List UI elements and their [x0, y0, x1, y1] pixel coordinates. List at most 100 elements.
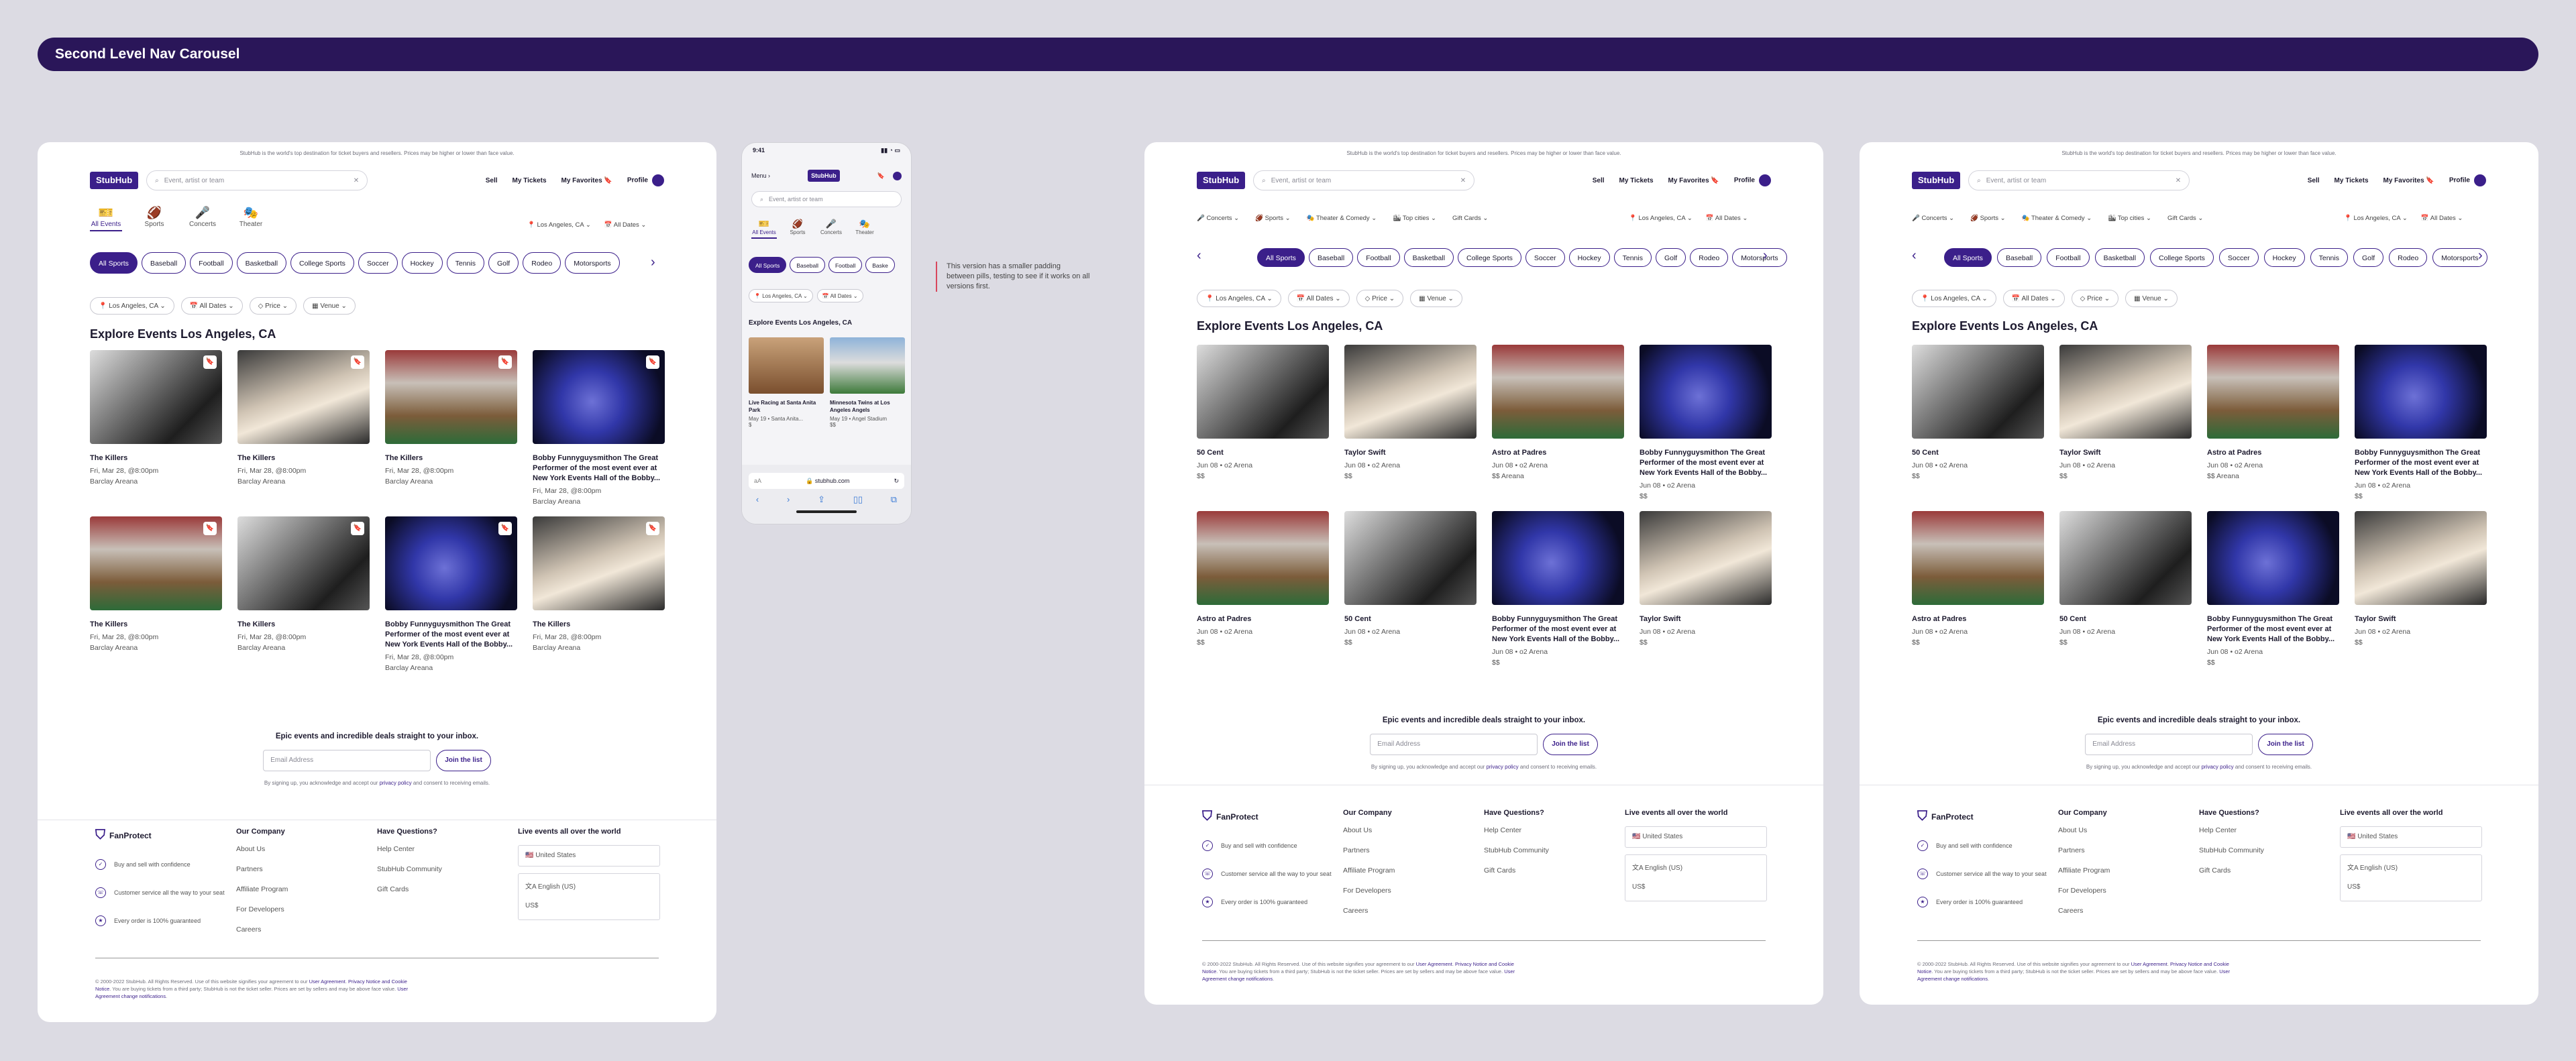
venue-filter[interactable]: ▦ Venue ⌄ [2125, 290, 2178, 307]
tab-theater[interactable]: 🎭 Theater [852, 219, 877, 239]
location-filter[interactable]: 📍 Los Angeles, CA ⌄ [1912, 290, 1996, 307]
stubhub-logo[interactable]: StubHub [808, 170, 840, 182]
event-card[interactable]: 🔖 The Killers Fri, Mar 28, @8:00pm Barclay … [237, 350, 370, 507]
sell-link[interactable]: Sell [1593, 177, 1605, 184]
my-favorites-link[interactable]: My Favorites 🔖 [2383, 177, 2434, 184]
footer-link[interactable]: Gift Cards [1484, 867, 1625, 875]
bookmark-icon[interactable]: 🔖 [351, 522, 364, 535]
search-input[interactable]: ⌕ Event, artist or team [751, 191, 902, 207]
bookmark-icon[interactable]: 🔖 [351, 355, 364, 369]
pill-motorsports[interactable]: Motorsports [1732, 248, 1787, 267]
menu-theater[interactable]: 🎭 Theater & Comedy ⌄ [2022, 215, 2092, 222]
event-card[interactable]: 🔖 The Killers Fri, Mar 28, @8:00pm Barclay … [533, 516, 665, 673]
location-filter[interactable]: 📍 Los Angeles, CA ⌄ [90, 297, 174, 315]
pill-football[interactable]: Football [2047, 248, 2090, 267]
event-card[interactable]: 🔖 The Killers Fri, Mar 28, @8:00pm Barclay … [237, 516, 370, 673]
avatar[interactable] [892, 171, 902, 180]
search-input[interactable]: ⌕ Event, artist or team ✕ [1968, 170, 2190, 190]
share-icon[interactable]: ⇪ [818, 494, 825, 505]
bookmark-icon[interactable]: 🔖 [203, 522, 217, 535]
tab-all-events[interactable]: 🎫 All Events [751, 219, 777, 239]
location-filter[interactable]: 📍 Los Angeles, CA ⌄ [749, 289, 813, 302]
join-button[interactable]: Join the list [436, 750, 491, 771]
location-filter[interactable]: 📍 Los Angeles, CA ⌄ [1197, 290, 1281, 307]
pill-tennis[interactable]: Tennis [1613, 248, 1652, 267]
pill-rodeo[interactable]: Rodeo [2389, 248, 2428, 267]
pill-football[interactable]: Football [828, 257, 863, 273]
language-currency-select[interactable]: 文A English (US) US$ [518, 873, 660, 920]
country-select[interactable]: 🇺🇸 United States [2340, 826, 2482, 848]
stubhub-logo[interactable]: StubHub [1912, 172, 1961, 189]
footer-link[interactable]: For Developers [236, 905, 377, 913]
bookmark-icon[interactable]: 🔖 [203, 355, 217, 369]
event-card[interactable]: Taylor Swift Jun 08 • o2 Arena $$ [1344, 345, 1477, 502]
event-card[interactable]: 🔖 The Killers Fri, Mar 28, @8:00pm Barclay … [385, 350, 517, 507]
pill-golf[interactable]: Golf [1655, 248, 1686, 267]
join-button[interactable]: Join the list [1543, 734, 1598, 755]
pill-soccer[interactable]: Soccer [1525, 248, 1565, 267]
price-filter[interactable]: ◇ Price ⌄ [249, 297, 297, 315]
pill-college-sports[interactable]: College Sports [290, 252, 354, 274]
event-card[interactable]: 50 Cent Jun 08 • o2 Arena $$ [1344, 511, 1477, 668]
tab-concerts[interactable]: 🎤 Concerts [186, 206, 219, 231]
pill-college-sports[interactable]: College Sports [1458, 248, 1521, 267]
footer-link[interactable]: StubHub Community [2199, 846, 2340, 854]
my-tickets-link[interactable]: My Tickets [513, 177, 547, 184]
footer-link[interactable]: Careers [2058, 907, 2199, 915]
tab-all-events[interactable]: 🎫 All Events [90, 206, 122, 231]
footer-link[interactable]: About Us [236, 845, 377, 853]
carousel-prev-arrow[interactable]: ‹ [1912, 248, 1917, 264]
footer-link[interactable]: Careers [236, 926, 377, 934]
pill-tennis[interactable]: Tennis [446, 252, 484, 274]
pill-all-sports[interactable]: All Sports [1257, 248, 1305, 267]
menu-theater[interactable]: 🎭 Theater & Comedy ⌄ [1307, 215, 1377, 222]
dates-filter[interactable]: 📅 All Dates ⌄ [816, 289, 863, 302]
pill-hockey[interactable]: Hockey [2263, 248, 2305, 267]
bookmark-icon[interactable]: 🔖 [877, 172, 885, 180]
pill-baseball[interactable]: Baseball [141, 252, 186, 274]
bookmark-icon[interactable]: 🔖 [498, 522, 512, 535]
location-dropdown[interactable]: 📍 Los Angeles, CA ⌄ [1629, 215, 1693, 222]
event-card[interactable]: Taylor Swift Jun 08 • o2 Arena $$ [2059, 345, 2192, 502]
dates-filter[interactable]: 📅 All Dates ⌄ [2002, 290, 2065, 307]
event-card[interactable]: 🔖 Bobby Funnyguysmithon The Great Perform… [533, 350, 665, 507]
footer-link[interactable]: StubHub Community [1484, 846, 1625, 854]
clear-icon[interactable]: ✕ [1460, 177, 1466, 184]
email-input[interactable]: Email Address [263, 750, 431, 771]
menu-top-cities[interactable]: 🏙 Top cities ⌄ [2108, 215, 2151, 222]
sell-link[interactable]: Sell [486, 177, 498, 184]
pill-basketball[interactable]: Baske [865, 257, 895, 273]
event-card[interactable]: Astro at Padres Jun 08 • o2 Arena $$ [1197, 511, 1329, 668]
dates-dropdown[interactable]: 📅 All Dates ⌄ [2421, 215, 2463, 222]
footer-link[interactable]: Help Center [2199, 826, 2340, 834]
tab-sports[interactable]: 🏈 Sports [785, 219, 810, 239]
footer-link[interactable]: Help Center [1484, 826, 1625, 834]
country-select[interactable]: 🇺🇸 United States [1625, 826, 1767, 848]
event-card[interactable]: Astro at Padres Jun 08 • o2 Arena $$ Arean… [2207, 345, 2339, 502]
clear-icon[interactable]: ✕ [354, 177, 359, 184]
carousel-next-arrow[interactable]: › [2478, 248, 2483, 264]
pill-rodeo[interactable]: Rodeo [1690, 248, 1729, 267]
footer-link[interactable]: Affiliate Program [2058, 867, 2199, 875]
my-tickets-link[interactable]: My Tickets [1619, 177, 1654, 184]
menu-top-cities[interactable]: 🏙 Top cities ⌄ [1393, 215, 1436, 222]
venue-filter[interactable]: ▦ Venue ⌄ [1410, 290, 1462, 307]
pill-tennis[interactable]: Tennis [2310, 248, 2348, 267]
dates-filter[interactable]: 📅 All Dates ⌄ [1287, 290, 1350, 307]
footer-link[interactable]: For Developers [2058, 887, 2199, 895]
language-currency-select[interactable]: 文A English (US) US$ [2340, 854, 2482, 901]
pill-golf[interactable]: Golf [488, 252, 519, 274]
event-card[interactable]: Taylor Swift Jun 08 • o2 Arena $$ [1640, 511, 1772, 668]
sell-link[interactable]: Sell [2308, 177, 2320, 184]
privacy-link[interactable]: privacy policy [1487, 764, 1519, 770]
pill-all-sports[interactable]: All Sports [90, 252, 138, 274]
email-input[interactable]: Email Address [1370, 734, 1538, 755]
my-favorites-link[interactable]: My Favorites 🔖 [561, 177, 612, 184]
back-icon[interactable]: ‹ [756, 494, 759, 505]
join-button[interactable]: Join the list [2258, 734, 2313, 755]
footer-link[interactable]: Gift Cards [2199, 867, 2340, 875]
footer-link[interactable]: For Developers [1343, 887, 1484, 895]
language-currency-select[interactable]: 文A English (US) US$ [1625, 854, 1767, 901]
pill-baseball[interactable]: Baseball [1308, 248, 1354, 267]
dates-dropdown[interactable]: 📅 All Dates ⌄ [604, 221, 647, 229]
